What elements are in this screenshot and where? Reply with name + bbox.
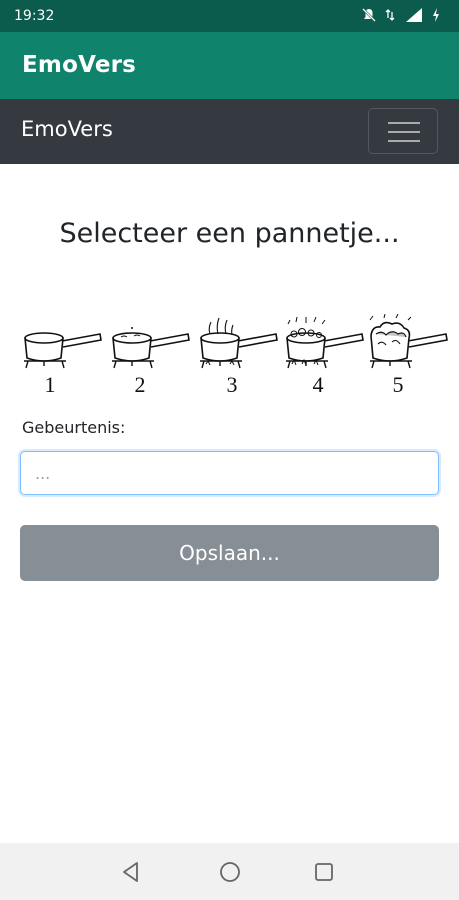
app-bar: EmoVers <box>0 32 459 99</box>
mute-icon <box>362 8 376 22</box>
home-icon[interactable] <box>217 859 243 885</box>
page-heading: Selecteer een pannetje... <box>59 218 400 249</box>
pot-option-5[interactable]: 5 <box>364 314 448 398</box>
data-icon <box>385 9 395 21</box>
system-navigation-bar <box>0 843 459 900</box>
save-button[interactable]: Opslaan... <box>20 525 439 581</box>
signal-icon <box>406 8 422 22</box>
pot-number-5: 5 <box>392 372 404 397</box>
pot-number-3: 3 <box>226 372 238 397</box>
navbar-brand[interactable]: EmoVers <box>21 117 113 141</box>
pot-warm-icon <box>112 327 190 369</box>
hamburger-icon <box>388 122 420 124</box>
pot-option-3[interactable]: 3 <box>194 314 278 398</box>
pot-number-4: 4 <box>312 372 324 397</box>
event-label: Gebeurtenis: <box>22 418 126 437</box>
back-icon[interactable] <box>118 859 144 885</box>
pot-number-1: 1 <box>44 372 56 397</box>
status-time: 19:32 <box>14 8 55 24</box>
navbar: EmoVers <box>0 99 459 164</box>
event-input[interactable] <box>20 451 439 495</box>
pot-option-4[interactable]: 4 <box>280 314 364 398</box>
pot-option-2[interactable]: 2 <box>106 314 190 398</box>
pot-option-1[interactable]: 1 <box>18 314 102 398</box>
pot-boiling-icon <box>286 316 364 369</box>
hamburger-icon-bar <box>388 131 420 133</box>
app-title: EmoVers <box>22 52 137 78</box>
pot-number-2: 2 <box>134 372 146 397</box>
pot-steaming-icon <box>200 317 278 369</box>
status-bar: 19:32 <box>0 0 459 32</box>
pot-overflowing-icon <box>369 314 448 369</box>
navbar-toggler-button[interactable] <box>368 108 438 154</box>
status-icons <box>361 7 441 23</box>
charging-icon <box>433 8 439 22</box>
pot-calm-icon <box>24 332 102 369</box>
recents-icon[interactable] <box>311 859 337 885</box>
hamburger-icon-bar <box>388 140 420 142</box>
pot-selector: 1 2 3 4 5 <box>18 314 448 398</box>
